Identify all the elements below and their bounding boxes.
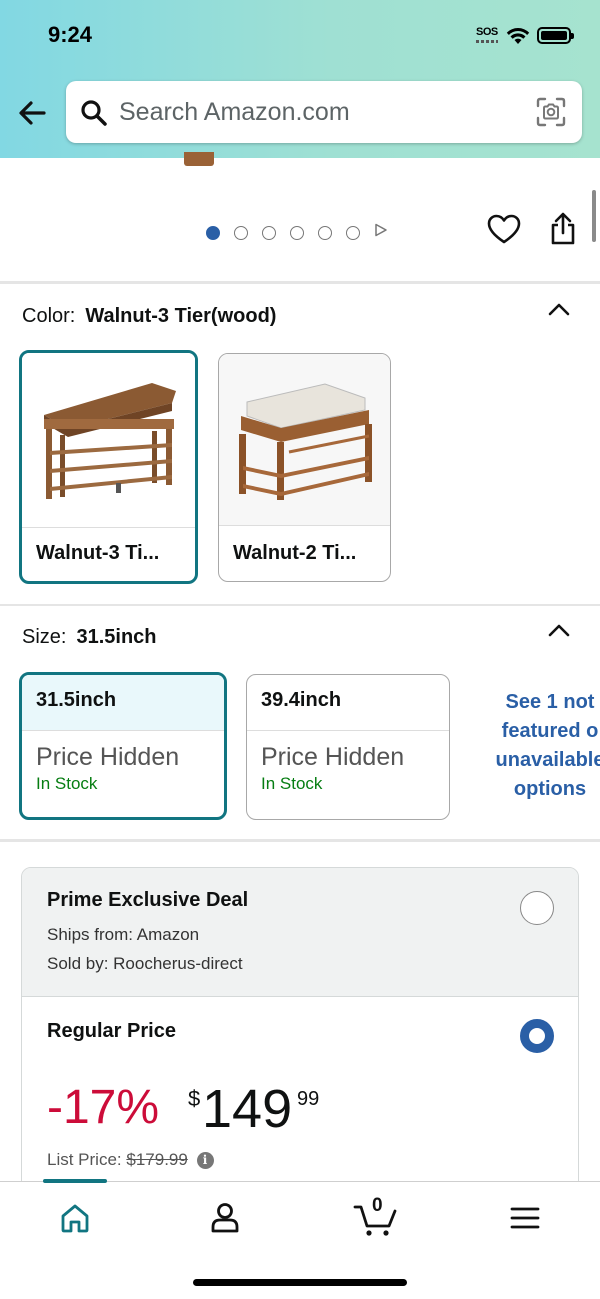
home-indicator: [193, 1279, 407, 1286]
size-row: Size: 31.5inch: [22, 626, 157, 649]
share-icon[interactable]: [548, 212, 578, 246]
info-icon[interactable]: i: [196, 1152, 214, 1170]
heart-icon[interactable]: [487, 214, 521, 246]
divider: [0, 281, 600, 284]
color-swatch-label: Walnut-2 Ti...: [233, 542, 357, 564]
search-bar[interactable]: [66, 81, 582, 143]
carousel-dot[interactable]: [318, 225, 332, 240]
carousel-dot[interactable]: [234, 225, 248, 240]
size-option-31-5inch[interactable]: 31.5inch Price Hidden In Stock: [19, 672, 227, 820]
signal-icon: [476, 40, 498, 43]
sold-by: Sold by: Roocherus-direct: [47, 954, 243, 973]
prime-deal-radio[interactable]: [520, 891, 554, 925]
color-selected-value: Walnut-3 Tier(wood): [85, 305, 277, 327]
price-whole: 149: [202, 1079, 293, 1139]
see-unavailable-options-link[interactable]: See 1 not featured o unavailable options: [480, 688, 600, 804]
see-more-line: See 1 not: [505, 691, 595, 713]
color-swatch-walnut-3-tier[interactable]: Walnut-3 Ti...: [19, 350, 198, 584]
product-thumbnail: [22, 353, 195, 528]
size-option-name: 31.5inch: [22, 675, 224, 731]
size-selected-value: 31.5inch: [76, 626, 157, 648]
search-input[interactable]: [119, 81, 519, 143]
status-time: 9:24: [48, 22, 93, 47]
divider: [0, 839, 600, 842]
size-label: Size:: [22, 626, 67, 648]
divider: [0, 604, 600, 606]
color-label: Color:: [22, 305, 76, 327]
regular-price-title: Regular Price: [47, 1020, 176, 1042]
size-option-price: Price Hidden: [36, 743, 180, 771]
search-icon: [81, 100, 107, 126]
see-more-line: featured o: [501, 720, 599, 742]
carousel-dot[interactable]: [262, 225, 276, 240]
menu-icon[interactable]: [505, 1198, 545, 1238]
color-swatch-label: Walnut-3 Ti...: [36, 542, 160, 564]
prime-exclusive-deal-option[interactable]: Prime Exclusive Deal Ships from: Amazon …: [22, 868, 578, 997]
account-icon[interactable]: [205, 1198, 245, 1238]
discount-percent: -17%: [47, 1081, 160, 1134]
bottom-nav: 0: [0, 1179, 600, 1299]
see-more-line: unavailable: [495, 749, 600, 771]
cart-count: 0: [372, 1195, 383, 1216]
chevron-up-icon[interactable]: [546, 300, 572, 318]
regular-price-radio[interactable]: [520, 1019, 554, 1053]
carousel-dot[interactable]: [290, 225, 304, 240]
size-option-name: 39.4inch: [247, 675, 449, 731]
carousel-dot[interactable]: [206, 225, 220, 240]
play-icon[interactable]: [374, 223, 388, 242]
list-price: List Price: $179.99 i: [47, 1150, 214, 1170]
cart-button[interactable]: 0: [352, 1195, 400, 1238]
size-option-price: Price Hidden: [261, 743, 405, 771]
price-fraction: 99: [297, 1088, 320, 1110]
active-tab-indicator: [43, 1179, 107, 1183]
color-row: Color: Walnut-3 Tier(wood): [22, 305, 276, 328]
product-image[interactable]: [184, 152, 214, 166]
list-price-value: $179.99: [126, 1150, 188, 1169]
color-swatch-walnut-2-tier[interactable]: Walnut-2 Ti...: [218, 353, 391, 582]
chevron-up-icon[interactable]: [546, 621, 572, 639]
wifi-icon: [506, 28, 530, 44]
offer-selector: Prime Exclusive Deal Ships from: Amazon …: [21, 867, 579, 1207]
size-option-stock: In Stock: [36, 774, 98, 793]
size-option-stock: In Stock: [261, 774, 323, 793]
size-option-39-4inch[interactable]: 39.4inch Price Hidden In Stock: [246, 674, 450, 820]
image-carousel-dots[interactable]: [206, 223, 388, 242]
ships-from: Ships from: Amazon: [47, 925, 200, 944]
battery-icon: [537, 27, 574, 44]
home-icon[interactable]: [55, 1198, 95, 1238]
product-thumbnail: [219, 354, 390, 526]
header: 9:24 SOS: [0, 0, 600, 158]
list-price-label: List Price:: [47, 1150, 122, 1169]
price-currency: $: [188, 1086, 201, 1111]
bench-2-tier-image: [239, 383, 372, 500]
sos-indicator: SOS: [476, 26, 498, 38]
scrollbar[interactable]: [592, 190, 596, 242]
camera-lens-icon[interactable]: [536, 97, 566, 127]
carousel-dot[interactable]: [346, 225, 360, 240]
prime-deal-title: Prime Exclusive Deal: [47, 889, 249, 911]
back-arrow-icon[interactable]: [16, 96, 50, 130]
bench-3-tier-image: [44, 383, 176, 499]
see-more-line: options: [513, 778, 587, 800]
